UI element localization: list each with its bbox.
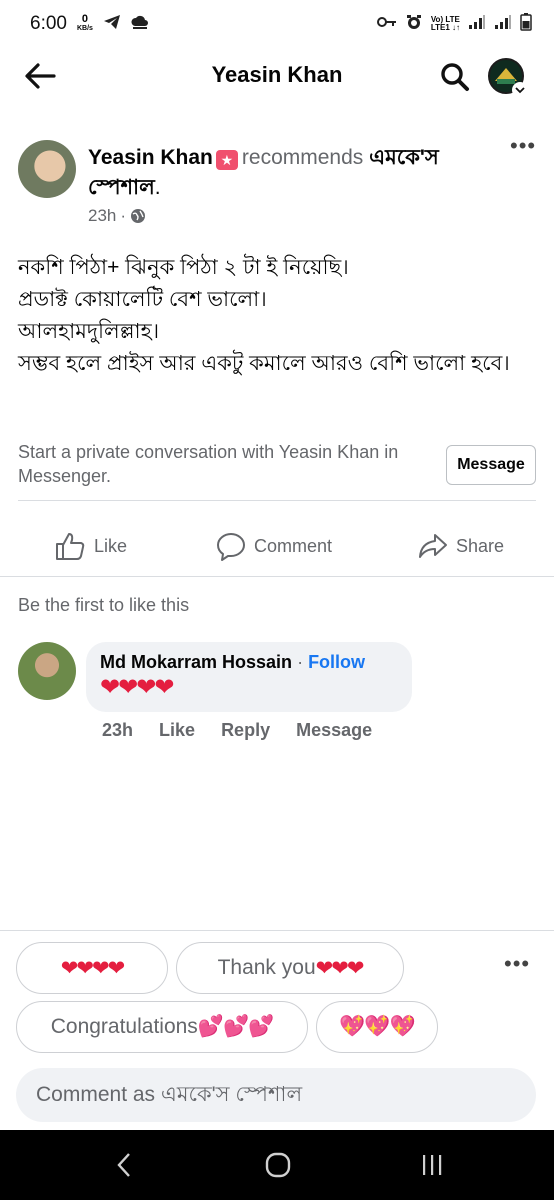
recents-icon (423, 1155, 442, 1175)
status-left: 6:00 0 KB/s (30, 13, 149, 35)
comment-label: Comment (254, 535, 333, 556)
divider (0, 576, 554, 577)
comment-reply-button[interactable]: Reply (221, 720, 270, 741)
status-right: Vo) LTE LTE1 ↓↑ (376, 12, 532, 36)
system-home-button[interactable] (258, 1148, 298, 1182)
search-icon (441, 63, 469, 91)
system-recents-button[interactable] (412, 1148, 452, 1182)
battery-icon (520, 12, 532, 36)
author-name[interactable]: Yeasin Khan (88, 146, 213, 169)
post-actions: Like Comment Share (0, 522, 554, 570)
quick-reply-congratulations-text: Congratulations (50, 1015, 198, 1038)
post-meta: 23h · (88, 206, 146, 226)
network-type: Vo) LTE LTE1 ↓↑ (431, 16, 460, 32)
post-line: নকশি পিঠা+ ঝিনুক পিঠা ২ টা ই নিয়েছি। (18, 256, 349, 279)
key-icon (376, 15, 397, 34)
share-icon (419, 534, 447, 558)
divider (0, 930, 554, 931)
net-speed: 0 KB/s (76, 13, 93, 33)
divider (18, 500, 536, 501)
like-label: Like (94, 535, 128, 556)
search-button[interactable] (438, 60, 472, 94)
follow-link[interactable]: Follow (308, 652, 365, 672)
quick-replies-more-button[interactable]: ••• (504, 953, 534, 975)
quick-reply-thank-you-text: Thank you (217, 956, 316, 979)
cloud-sync-icon (131, 14, 149, 35)
status-bar: 6:00 0 KB/s Vo) LTE LTE1 ↓↑ (0, 0, 554, 48)
commenter-name[interactable]: Md Mokarram Hossain (100, 652, 292, 672)
post-time[interactable]: 23h (88, 206, 116, 226)
recommends-label: recommends (241, 146, 364, 169)
post-body: নকশি পিঠা+ ঝিনুক পিঠা ২ টা ই নিয়েছি। প্… (18, 252, 538, 380)
telegram-icon (103, 14, 121, 35)
post-more-button[interactable]: ••• (510, 135, 540, 160)
share-button[interactable]: Share (418, 522, 504, 570)
post-line: প্রডাক্ট কোয়ালেটি বেশ ভালো। (18, 288, 267, 311)
home-circle-icon (265, 1152, 291, 1178)
name-separator: · (292, 652, 309, 672)
comment-text: ❤❤❤❤ (100, 674, 174, 701)
net-speed-unit: KB/s (76, 25, 93, 32)
quick-reply-sparkle-hearts[interactable]: 💖💖💖 (316, 1001, 438, 1053)
author-avatar[interactable] (18, 140, 76, 198)
page-name-suffix: . (154, 176, 161, 199)
first-like-text: Be the first to like this (18, 595, 190, 615)
comment-time[interactable]: 23h (102, 720, 133, 741)
chevron-down-icon (512, 82, 528, 98)
meta-separator: · (120, 206, 127, 225)
system-back-button[interactable] (104, 1148, 144, 1182)
quick-reply-thank-you-hearts: ❤❤❤ (315, 956, 365, 980)
recommend-star-icon: ★ (215, 150, 238, 170)
comment-bubble: Md Mokarram Hossain · Follow ❤❤❤❤ (86, 642, 412, 712)
quick-reply-congratulations-hearts: 💕💕💕 (197, 1015, 274, 1038)
share-label: Share (456, 535, 505, 556)
chevron-left-icon (117, 1153, 130, 1177)
like-button[interactable]: Like (54, 522, 127, 570)
post-line: সম্ভব হলে প্রাইস আর একটু কমালে আরও বেশি … (18, 352, 510, 375)
message-button[interactable]: Message (446, 445, 536, 485)
quick-reply-hearts-text: ❤❤❤❤ (60, 956, 125, 980)
comment-input[interactable]: Comment as এমকে'স স্পেশাল (16, 1068, 536, 1122)
status-time: 6:00 (30, 13, 67, 34)
post-line: আলহামদুলিল্লাহ। (18, 320, 160, 343)
quick-reply-thank-you[interactable]: Thank you ❤❤❤ (176, 942, 404, 994)
quick-reply-hearts[interactable]: ❤❤❤❤ (16, 942, 168, 994)
signal-icon-2 (494, 14, 512, 35)
system-nav-bar (0, 1130, 554, 1200)
network-bottom: LTE1 ↓↑ (430, 23, 460, 32)
profile-menu-button[interactable] (488, 58, 528, 98)
quick-reply-sparkle-hearts-text: 💖💖💖 (339, 1015, 415, 1038)
signal-icon-1 (468, 14, 486, 35)
post-header: Yeasin Khan ★ recommends এমকে'স স্পেশাল. (88, 143, 498, 203)
comment-actions: 23h Like Reply Message (102, 720, 372, 741)
messenger-prompt: Start a private conversation with Yeasin… (18, 442, 399, 486)
globe-icon (131, 209, 146, 223)
top-nav: Yeasin Khan (0, 48, 554, 104)
commenter-avatar[interactable] (18, 642, 76, 700)
quick-reply-congratulations[interactable]: Congratulations 💕💕💕 (16, 1001, 308, 1053)
comment-like-button[interactable]: Like (159, 720, 195, 741)
comment-message-button[interactable]: Message (296, 720, 372, 741)
comment-button[interactable]: Comment (216, 522, 332, 570)
net-speed-value: 0 (81, 13, 89, 25)
comment-icon (217, 533, 245, 561)
alarm-icon (405, 13, 423, 36)
thumbs-up-icon (56, 533, 85, 560)
